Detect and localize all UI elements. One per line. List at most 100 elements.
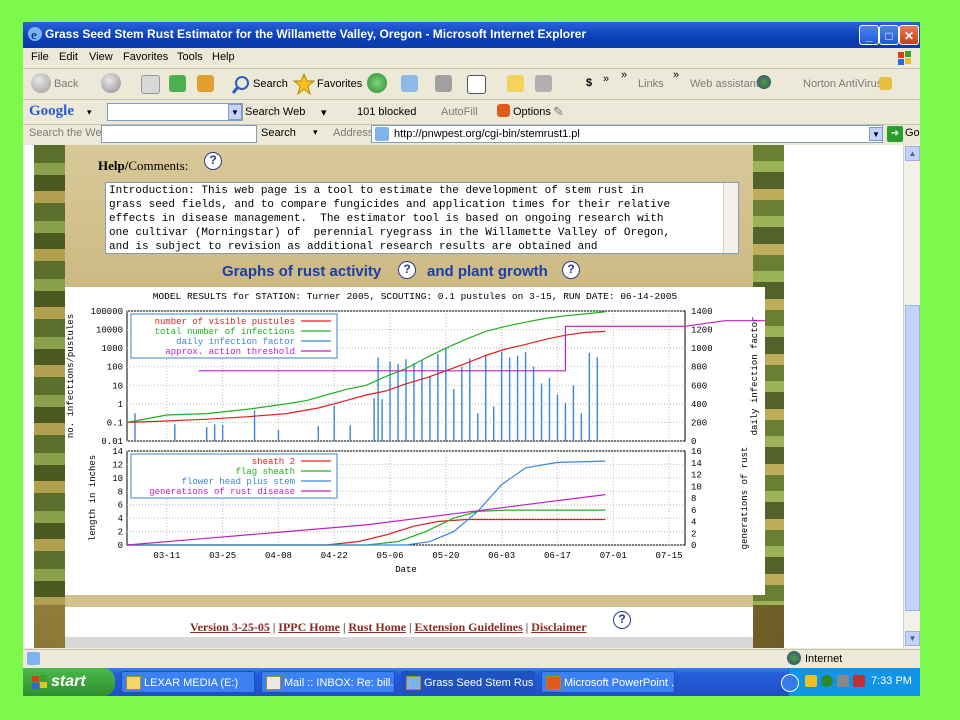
back-button-label[interactable]: Back	[54, 78, 78, 90]
scroll-thumb[interactable]	[905, 305, 920, 611]
task-label: LEXAR MEDIA (E:)	[144, 677, 239, 689]
messenger-icon[interactable]	[535, 75, 552, 92]
links-chevron-icon[interactable]: »	[673, 69, 679, 81]
web-assistant-button[interactable]: Web assistant	[690, 78, 759, 90]
address-search-dropdown-icon[interactable]: ▾	[313, 127, 318, 138]
top-legend-entry: number of visible pustules	[155, 317, 295, 327]
help-textarea[interactable]: Introduction: This web page is a tool to…	[105, 182, 739, 254]
home-icon[interactable]	[197, 75, 214, 92]
extension-guidelines-link[interactable]: Extension Guidelines	[414, 620, 522, 634]
links-button[interactable]: Links	[638, 78, 664, 90]
help-scrollbar[interactable]	[723, 183, 738, 253]
bottom-y-tick-label: 4	[118, 514, 123, 524]
refresh-icon[interactable]	[169, 75, 186, 92]
search-button[interactable]: Search	[253, 78, 288, 90]
bottom-y-tick-label: 12	[112, 460, 123, 470]
tray-antivirus-icon[interactable]	[853, 675, 865, 687]
print-icon[interactable]	[435, 75, 452, 92]
bottom-y2-tick-label: 14	[691, 459, 702, 469]
menu-edit[interactable]: Edit	[59, 51, 78, 63]
favorites-button[interactable]: Favorites	[317, 78, 362, 90]
bottom-y2-tick-label: 12	[691, 471, 702, 481]
norton-antivirus-button[interactable]: Norton AntiVirus	[803, 78, 882, 90]
menu-bar: File Edit View Favorites Tools Help	[23, 48, 920, 69]
go-arrow-icon[interactable]: ➜	[887, 126, 903, 142]
address-label: Address	[333, 127, 374, 139]
options-icon[interactable]	[497, 104, 510, 117]
menu-help[interactable]: Help	[212, 51, 235, 63]
plugin-icon[interactable]: $	[586, 77, 592, 89]
menu-file[interactable]: File	[31, 51, 49, 63]
popup-blocker-button[interactable]: 101 blocked	[357, 106, 416, 118]
bottom-y-tick-label: 2	[118, 528, 123, 538]
menu-tools[interactable]: Tools	[177, 51, 203, 63]
footer-help-icon[interactable]: ?	[613, 611, 631, 629]
x-axis-label: Date	[395, 565, 417, 575]
url-field[interactable]: http://pnwpest.org/cgi-bin/stemrust1.pl	[371, 125, 883, 143]
sep-3: |	[409, 620, 412, 634]
top-y2-tick-label: 1400	[691, 307, 713, 317]
url-dropdown[interactable]: ▼	[869, 127, 883, 141]
scroll-down-arrow[interactable]: ▼	[905, 631, 920, 646]
help-line-5: and is subject to revision as additional…	[109, 241, 598, 253]
x-tick-label: 05-20	[432, 551, 459, 561]
page-background: Help/Comments: ? Introduction: This web …	[34, 145, 784, 648]
growth-help-icon[interactable]: ?	[562, 261, 580, 279]
minimize-button[interactable]: _	[859, 25, 879, 45]
search-icon[interactable]	[231, 75, 251, 95]
task-grass-seed[interactable]: Grass Seed Stem Rus...	[401, 671, 535, 693]
page-content: Help/Comments: ? Introduction: This web …	[23, 145, 903, 648]
task-mail-inbox[interactable]: Mail :: INBOX: Re: bill...	[261, 671, 395, 693]
ippc-home-link[interactable]: IPPC Home	[278, 620, 340, 634]
options-button[interactable]: Options	[513, 106, 551, 118]
address-search-button[interactable]: Search	[261, 127, 296, 139]
bottom-y2-tick-label: 16	[691, 447, 702, 457]
sep-2: |	[342, 620, 346, 634]
go-button[interactable]: Go	[905, 127, 920, 139]
close-button[interactable]: ✕	[899, 25, 919, 45]
task-lexar-media[interactable]: LEXAR MEDIA (E:)	[121, 671, 255, 693]
maximize-button[interactable]: □	[879, 25, 899, 45]
forward-arrow-icon[interactable]	[101, 73, 121, 93]
top-y2-tick-label: 800	[691, 363, 707, 373]
version-link[interactable]: Version 3-25-05	[190, 620, 270, 634]
top-y2-axis-label: daily infection factor	[750, 317, 760, 436]
chevron-icon-2[interactable]: »	[621, 69, 627, 81]
tray-shield-icon[interactable]	[805, 675, 817, 687]
history-icon[interactable]	[367, 73, 387, 93]
search-web-dropdown-icon[interactable]: ▾	[321, 106, 327, 119]
help-icon[interactable]: ?	[204, 152, 222, 170]
menu-favorites[interactable]: Favorites	[123, 51, 168, 63]
autofill-button[interactable]: AutoFill	[441, 106, 478, 118]
norton-icon[interactable]	[879, 77, 892, 90]
favorites-star-icon[interactable]	[293, 73, 315, 95]
tray-expand-icon[interactable]	[781, 674, 799, 692]
menu-view[interactable]: View	[89, 51, 113, 63]
back-arrow-icon[interactable]	[31, 73, 51, 93]
scroll-up-arrow[interactable]: ▲	[905, 146, 920, 161]
rust-home-link[interactable]: Rust Home	[348, 620, 406, 634]
chevron-icon[interactable]: »	[603, 73, 609, 85]
tray-globe-icon[interactable]	[821, 675, 833, 687]
stop-icon[interactable]	[141, 75, 160, 94]
search-web-button[interactable]: Search Web	[245, 106, 305, 118]
tray-network-icon[interactable]	[837, 675, 849, 687]
mail-icon[interactable]	[401, 75, 418, 92]
help-line-4: one cultivar (Morningstar) of perennial …	[109, 227, 671, 239]
pencil-icon[interactable]: ✎	[553, 104, 564, 120]
search-the-web-input[interactable]	[101, 125, 257, 143]
top-y-tick-label: 100	[107, 363, 123, 373]
folder-icon[interactable]	[507, 75, 524, 92]
edit-icon[interactable]	[467, 75, 486, 94]
google-logo: Google	[29, 103, 74, 119]
graphs-help-icon[interactable]: ?	[398, 261, 416, 279]
page-scrollbar[interactable]: ▲ ▼	[903, 145, 920, 648]
disclaimer-link[interactable]: Disclaimer	[531, 620, 586, 634]
google-search-input[interactable]	[107, 103, 243, 121]
bottom-legend-entry: flower head plus stem	[182, 477, 295, 487]
google-search-dropdown[interactable]: ▼	[228, 104, 242, 120]
google-dropdown-icon[interactable]: ▾	[87, 107, 92, 118]
task-powerpoint[interactable]: Microsoft PowerPoint ...	[541, 671, 675, 693]
windows-logo-icon	[32, 675, 47, 689]
top-y2-tick-label: 600	[691, 381, 707, 391]
